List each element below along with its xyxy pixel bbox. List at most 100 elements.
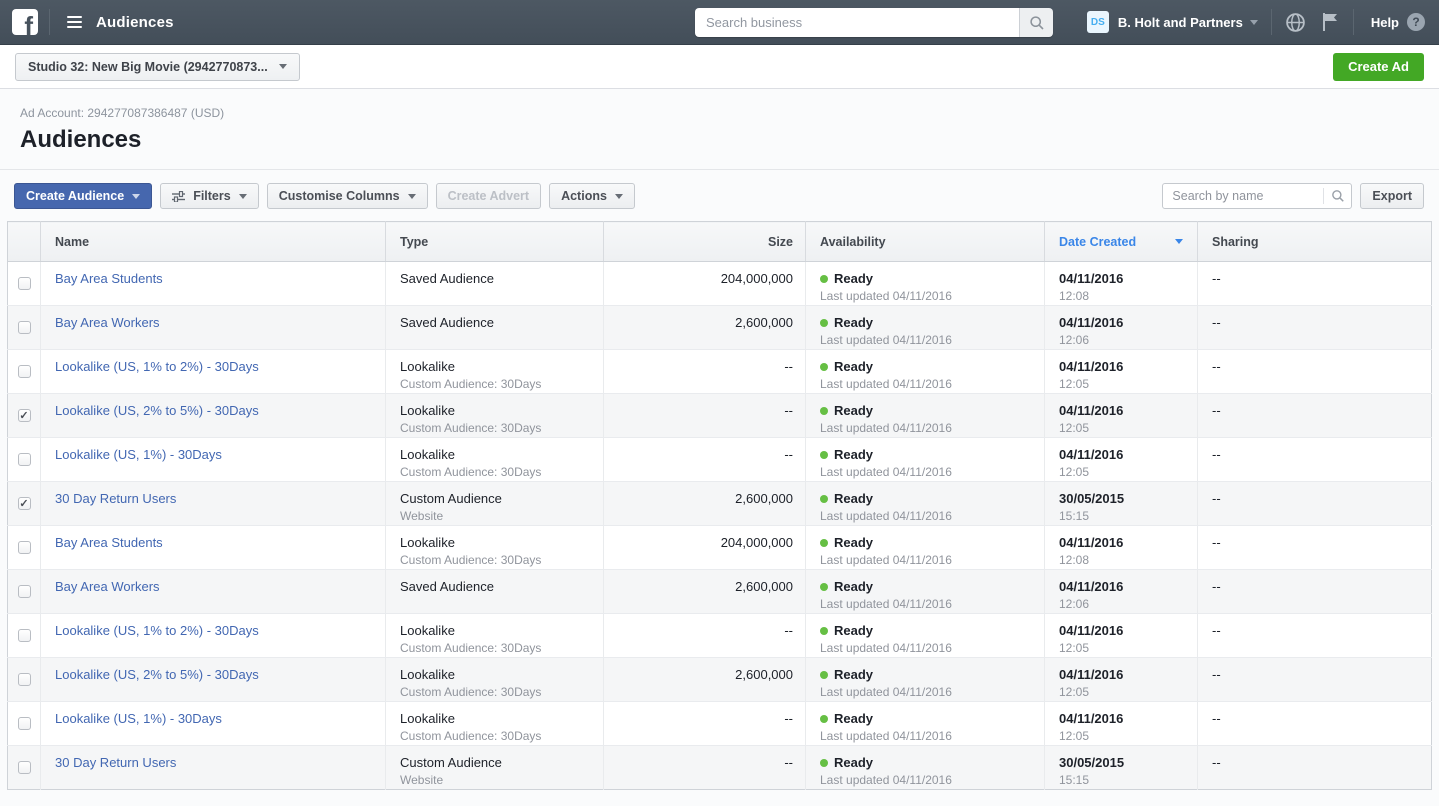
row-checkbox[interactable] xyxy=(17,673,31,686)
chevron-down-icon xyxy=(132,193,141,203)
audience-name-link[interactable]: Lookalike (US, 2% to 5%) - 30Days xyxy=(55,667,259,682)
table-row: 30 Day Return Users Custom Audience Websit… xyxy=(7,745,1432,790)
row-checkbox[interactable] xyxy=(17,585,31,598)
column-header-size[interactable]: Size xyxy=(603,221,806,262)
help-label: Help xyxy=(1370,14,1399,30)
audience-name-link[interactable]: 30 Day Return Users xyxy=(55,755,176,770)
row-checkbox[interactable] xyxy=(17,629,31,642)
availability-cell: Ready Last updated 04/11/2016 xyxy=(805,305,1045,350)
create-ad-button[interactable]: Create Ad xyxy=(1333,52,1424,81)
ready-status-dot xyxy=(820,714,828,723)
sharing-cell: -- xyxy=(1197,701,1432,746)
audience-name-link[interactable]: Lookalike (US, 1% to 2%) - 30Days xyxy=(55,623,259,638)
search-by-name-input[interactable] xyxy=(1163,189,1324,203)
type-cell: Lookalike Custom Audience: 30Days xyxy=(385,349,604,394)
nav-right-cluster: DS B. Holt and Partners Help ? xyxy=(1086,0,1425,44)
facebook-logo[interactable]: f xyxy=(12,9,38,35)
size-cell: 2,600,000 xyxy=(603,305,806,350)
size-cell: -- xyxy=(603,613,806,658)
ready-status-dot xyxy=(820,582,828,591)
checkbox-cell xyxy=(7,613,41,658)
row-checkbox[interactable] xyxy=(17,717,31,730)
name-cell: Lookalike (US, 2% to 5%) - 30Days xyxy=(40,657,386,702)
sharing-cell: -- xyxy=(1197,349,1432,394)
name-cell: Lookalike (US, 1%) - 30Days xyxy=(40,701,386,746)
nav-divider xyxy=(1352,9,1354,35)
date-created-cell: 04/11/2016 12:05 xyxy=(1044,657,1198,702)
type-cell: Lookalike Custom Audience: 30Days xyxy=(385,525,604,570)
row-checkbox[interactable]: ✓ xyxy=(17,497,31,510)
audience-name-link[interactable]: Bay Area Students xyxy=(55,535,163,550)
type-cell: Lookalike Custom Audience: 30Days xyxy=(385,657,604,702)
create-audience-button[interactable]: Create Audience xyxy=(14,183,153,209)
availability-cell: Ready Last updated 04/11/2016 xyxy=(805,481,1045,526)
chevron-down-icon xyxy=(407,193,416,203)
table-row: Bay Area Workers Saved Audience 2,600,000 R… xyxy=(7,305,1432,350)
ready-status-dot xyxy=(820,450,828,459)
nav-app-title: Audiences xyxy=(96,13,174,31)
business-account-menu[interactable]: B. Holt and Partners xyxy=(1118,15,1258,30)
business-name-label: B. Holt and Partners xyxy=(1117,14,1243,30)
checkbox-cell xyxy=(7,525,41,570)
ad-account-selector-label: Studio 32: New Big Movie (2942770873... xyxy=(28,59,268,74)
account-bar: Studio 32: New Big Movie (2942770873... … xyxy=(0,45,1439,89)
type-cell: Custom Audience Website xyxy=(385,481,604,526)
audience-name-link[interactable]: Lookalike (US, 2% to 5%) - 30Days xyxy=(55,403,259,418)
availability-cell: Ready Last updated 04/11/2016 xyxy=(805,701,1045,746)
table-row: Lookalike (US, 2% to 5%) - 30Days Lookali… xyxy=(7,657,1432,702)
export-button[interactable]: Export xyxy=(1360,183,1424,209)
sharing-cell: -- xyxy=(1197,569,1432,614)
type-cell: Lookalike Custom Audience: 30Days xyxy=(385,393,604,438)
column-header-type[interactable]: Type xyxy=(385,221,604,262)
column-header-availability[interactable]: Availability xyxy=(805,221,1045,262)
type-cell: Lookalike Custom Audience: 30Days xyxy=(385,437,604,482)
flag-icon[interactable] xyxy=(1320,11,1340,33)
search-business-input[interactable] xyxy=(695,8,1019,37)
column-header-date-created[interactable]: Date Created xyxy=(1044,221,1198,262)
type-cell: Custom Audience Website xyxy=(385,745,604,790)
customise-columns-button[interactable]: Customise Columns xyxy=(266,183,428,209)
size-cell: -- xyxy=(603,701,806,746)
availability-cell: Ready Last updated 04/11/2016 xyxy=(805,261,1045,306)
business-avatar: DS xyxy=(1086,11,1109,33)
row-checkbox[interactable] xyxy=(17,453,31,466)
top-nav: f Audiences DS B. Holt and Partners Help… xyxy=(0,0,1439,45)
ad-account-selector[interactable]: Studio 32: New Big Movie (2942770873... xyxy=(15,52,300,81)
column-header-name[interactable]: Name xyxy=(40,221,386,262)
availability-cell: Ready Last updated 04/11/2016 xyxy=(805,393,1045,438)
checkbox-cell xyxy=(7,745,41,790)
search-icon[interactable] xyxy=(1324,189,1351,203)
globe-notifications-icon[interactable] xyxy=(1285,12,1306,33)
audience-name-link[interactable]: Lookalike (US, 1%) - 30Days xyxy=(55,447,222,462)
row-checkbox[interactable] xyxy=(17,541,31,554)
audience-name-link[interactable]: Bay Area Students xyxy=(55,271,163,286)
date-created-cell: 04/11/2016 12:05 xyxy=(1044,349,1198,394)
help-menu[interactable]: Help ? xyxy=(1371,13,1425,31)
checkbox-cell xyxy=(7,349,41,394)
availability-cell: Ready Last updated 04/11/2016 xyxy=(805,437,1045,482)
row-checkbox[interactable]: ✓ xyxy=(17,409,31,422)
row-checkbox[interactable] xyxy=(17,321,31,334)
actions-button[interactable]: Actions xyxy=(549,183,635,209)
audience-name-link[interactable]: Bay Area Workers xyxy=(55,579,160,594)
filters-button[interactable]: Filters xyxy=(160,183,259,209)
hamburger-menu-icon[interactable] xyxy=(65,12,84,32)
divider xyxy=(0,169,1439,170)
column-header-sharing[interactable]: Sharing xyxy=(1197,221,1432,262)
name-cell: 30 Day Return Users xyxy=(40,745,386,790)
size-cell: 2,600,000 xyxy=(603,569,806,614)
audience-name-link[interactable]: Bay Area Workers xyxy=(55,315,160,330)
audience-name-link[interactable]: 30 Day Return Users xyxy=(55,491,176,506)
search-button[interactable] xyxy=(1019,8,1053,37)
sharing-cell: -- xyxy=(1197,657,1432,702)
row-checkbox[interactable] xyxy=(17,365,31,378)
row-checkbox[interactable] xyxy=(17,277,31,290)
row-checkbox[interactable] xyxy=(17,761,31,774)
create-advert-button[interactable]: Create Advert xyxy=(435,183,542,209)
table-row: Lookalike (US, 1% to 2%) - 30Days Lookali… xyxy=(7,349,1432,394)
audience-name-link[interactable]: Lookalike (US, 1% to 2%) - 30Days xyxy=(55,359,259,374)
audience-name-link[interactable]: Lookalike (US, 1%) - 30Days xyxy=(55,711,222,726)
question-mark-icon: ? xyxy=(1407,13,1425,31)
name-cell: Bay Area Workers xyxy=(40,305,386,350)
table-row: Bay Area Students Lookalike Custom Audienc… xyxy=(7,525,1432,570)
